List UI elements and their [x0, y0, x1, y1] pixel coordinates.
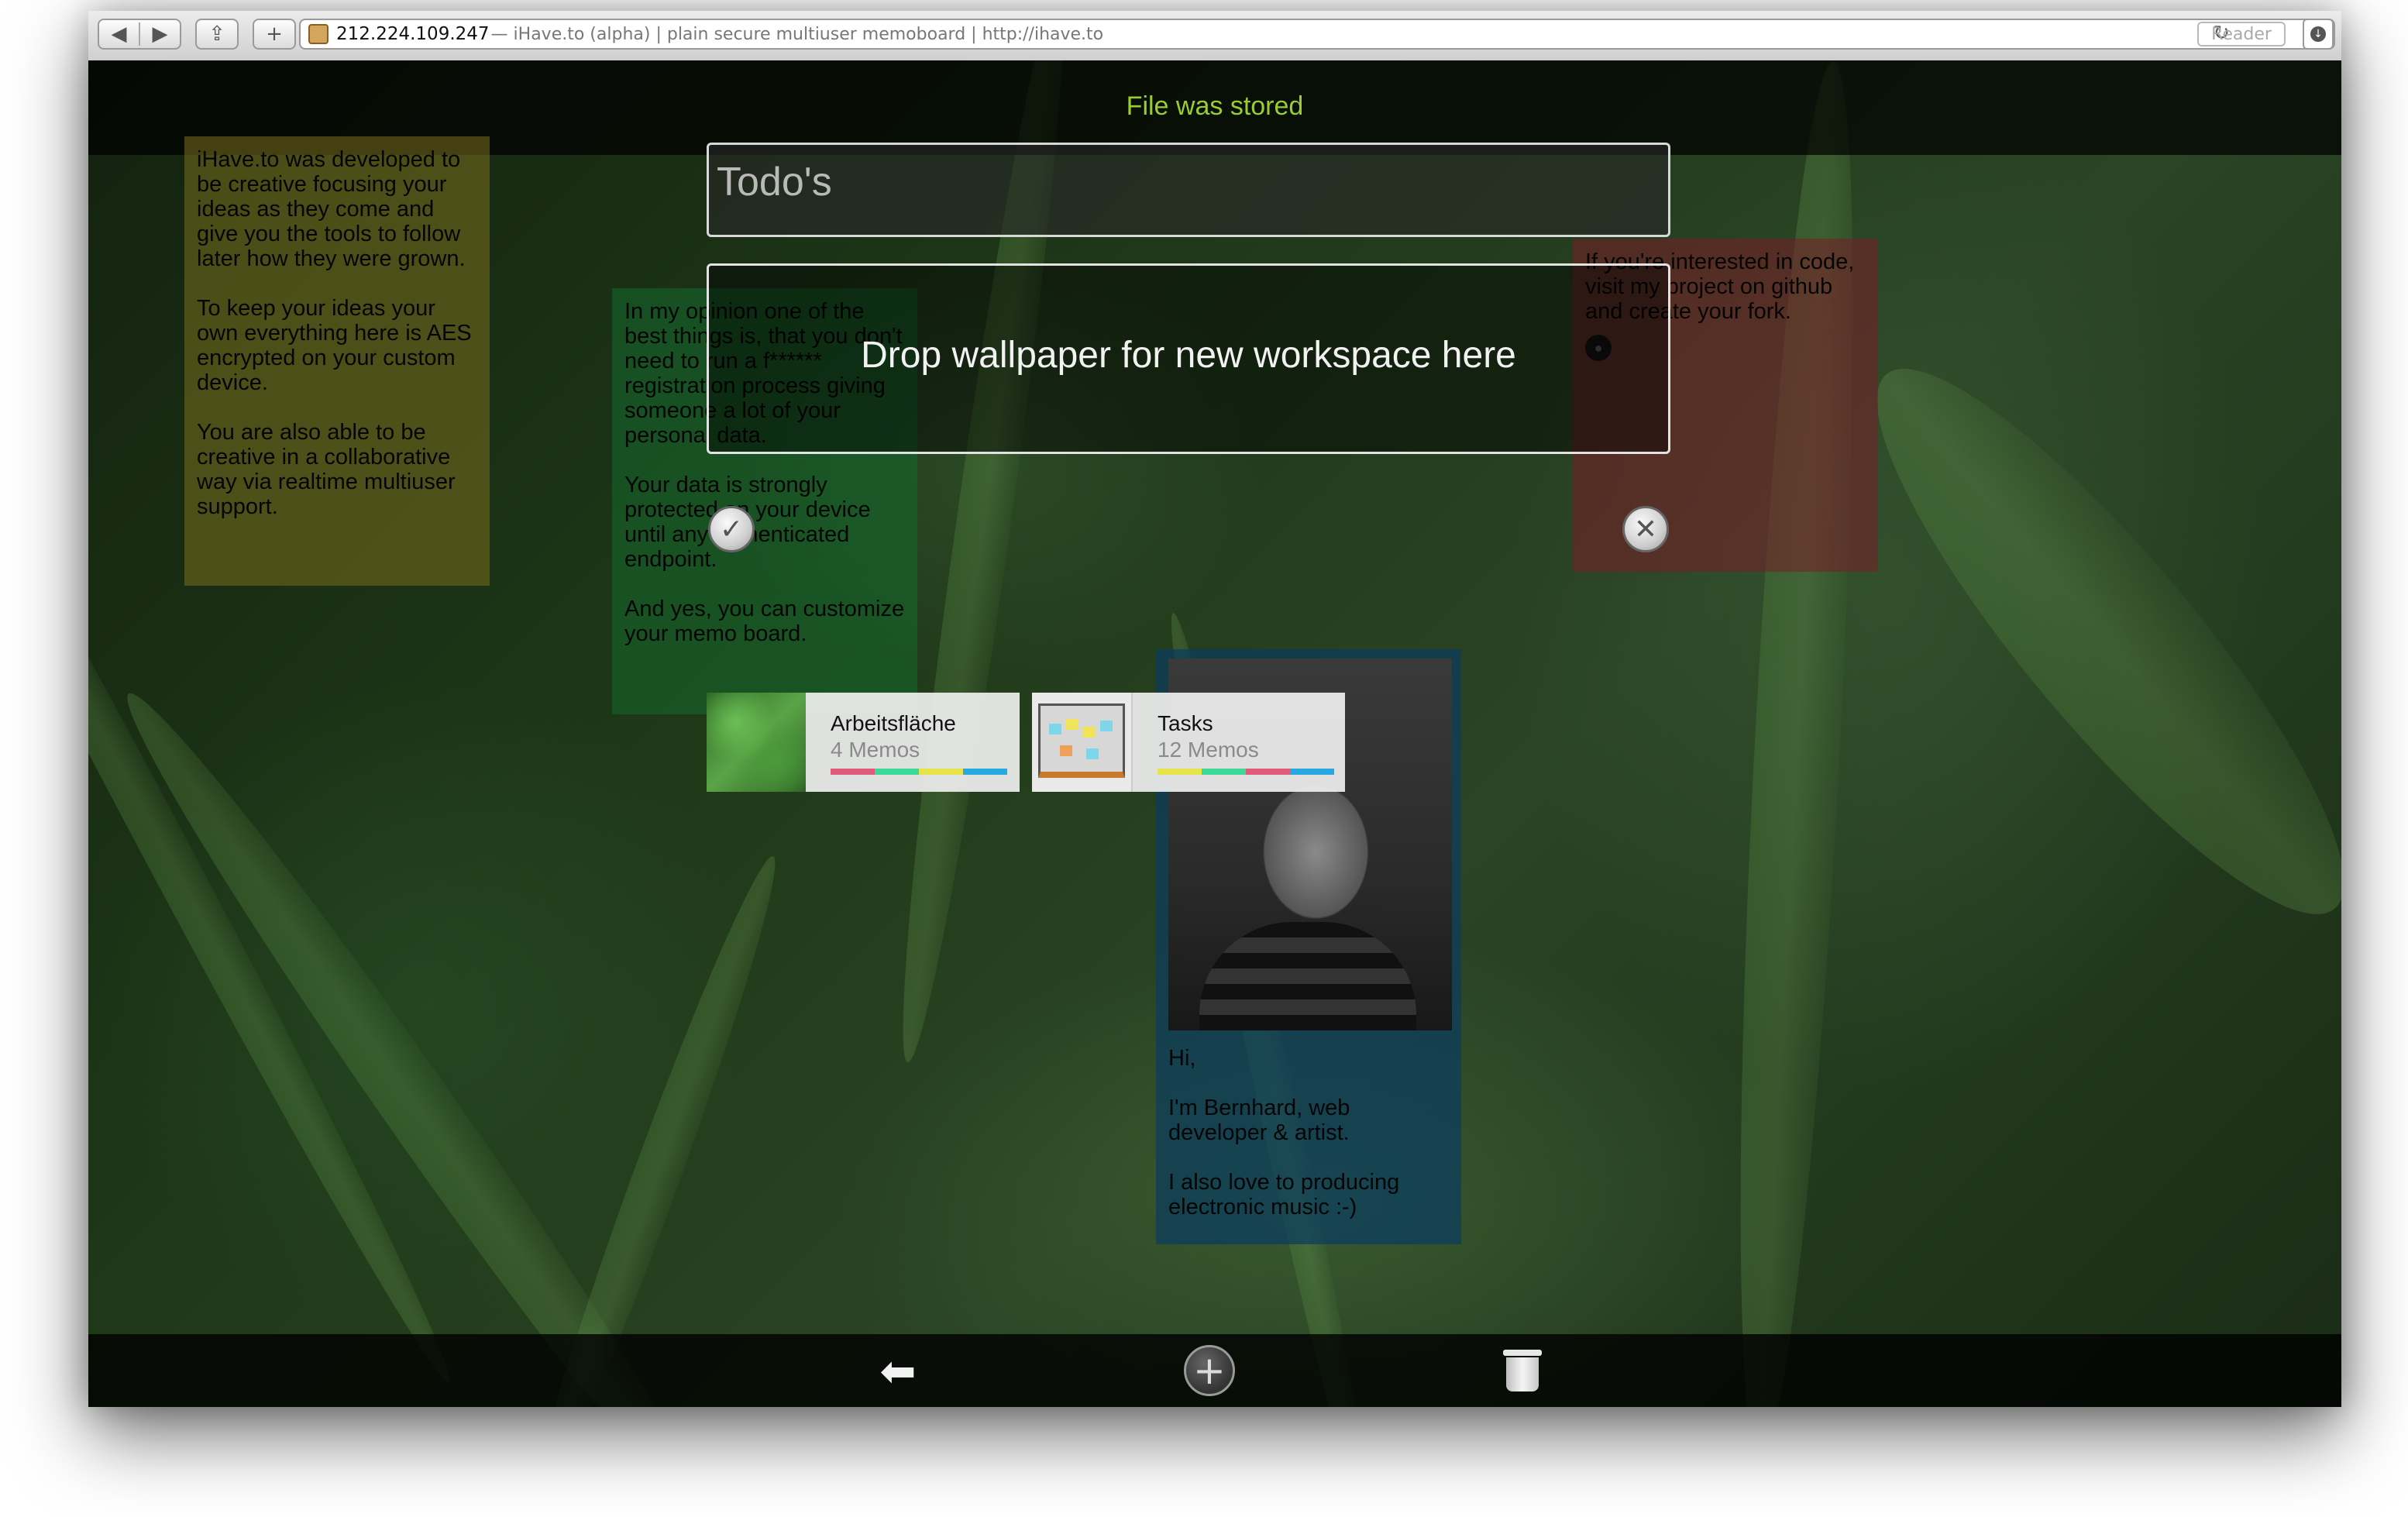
status-message: File was stored	[1126, 91, 1304, 121]
memo-text: And yes, you can customize your memo boa…	[624, 597, 905, 646]
workspace-title-input[interactable]: Todo's	[707, 143, 1670, 237]
downloads-button[interactable]: ↓	[2303, 19, 2334, 50]
check-icon: ✓	[719, 513, 744, 545]
url-host: 212.224.109.247	[336, 24, 490, 44]
site-favicon	[308, 24, 329, 44]
close-icon: ✕	[1633, 513, 1658, 545]
browser-window: ◀ ▶ ⇪ + 212.224.109.247 — iHave.to (alph…	[88, 11, 2341, 1407]
back-forward-buttons[interactable]: ◀ ▶	[98, 19, 181, 50]
confirm-button[interactable]: ✓	[708, 506, 755, 552]
workspace-name: Tasks	[1158, 711, 1213, 735]
add-memo-button[interactable]: +	[1184, 1345, 1235, 1396]
workspace-name: Arbeitsfläche	[831, 711, 956, 735]
share-icon: ⇪	[208, 22, 225, 46]
workspace-memo-count: 4 Memos	[831, 738, 920, 762]
forward-icon[interactable]: ▶	[140, 22, 180, 46]
new-tab-button[interactable]: +	[253, 19, 296, 50]
reader-button[interactable]: Reader	[2197, 22, 2286, 46]
wallpaper-dropzone[interactable]: Drop wallpaper for new workspace here	[707, 263, 1670, 454]
workspace-card[interactable]: Arbeitsfläche 4 Memos	[707, 693, 1020, 792]
browser-toolbar: ◀ ▶ ⇪ + 212.224.109.247 — iHave.to (alph…	[88, 11, 2341, 62]
cancel-button[interactable]: ✕	[1622, 506, 1669, 552]
workspace-color-bar	[831, 769, 1007, 775]
back-button[interactable]: ⬅	[871, 1347, 925, 1397]
memo-text: I'm Bernhard, web developer & artist.	[1168, 1096, 1350, 1145]
page-title-in-url: — iHave.to (alpha) | plain secure multiu…	[490, 24, 1104, 44]
workspace-color-bar	[1158, 769, 1334, 775]
memo-text: Hi,	[1168, 1046, 1196, 1071]
share-button[interactable]: ⇪	[195, 19, 239, 50]
workspace-card[interactable]: Tasks 12 Memos	[1032, 693, 1345, 792]
download-icon: ↓	[2310, 26, 2326, 42]
address-bar[interactable]: 212.224.109.247 — iHave.to (alpha) | pla…	[299, 19, 2335, 50]
memoboard: iHave.to was developed to be creative fo…	[88, 60, 2341, 1407]
delete-button[interactable]	[1502, 1350, 1543, 1391]
memo-text: To keep your ideas your own everything h…	[197, 296, 472, 395]
memo-text: iHave.to was developed to be creative fo…	[197, 147, 466, 271]
memo-yellow[interactable]: iHave.to was developed to be creative fo…	[184, 136, 490, 586]
plus-icon: +	[266, 22, 283, 46]
back-icon[interactable]: ◀	[99, 22, 139, 46]
workspace-thumbnail	[707, 693, 806, 792]
back-arrow-icon: ⬅	[879, 1346, 917, 1397]
memo-text: I also love to producing electronic musi…	[1168, 1170, 1400, 1219]
memo-text: Your data is strongly protected on your …	[624, 473, 871, 572]
memo-text: You are also able to be creative in a co…	[197, 420, 456, 519]
trash-icon	[1502, 1350, 1543, 1391]
workspace-thumbnail	[1032, 693, 1133, 792]
plus-icon: +	[1193, 1348, 1226, 1393]
dropzone-label: Drop wallpaper for new workspace here	[861, 335, 1516, 376]
workspace-memo-count: 12 Memos	[1158, 738, 1259, 762]
